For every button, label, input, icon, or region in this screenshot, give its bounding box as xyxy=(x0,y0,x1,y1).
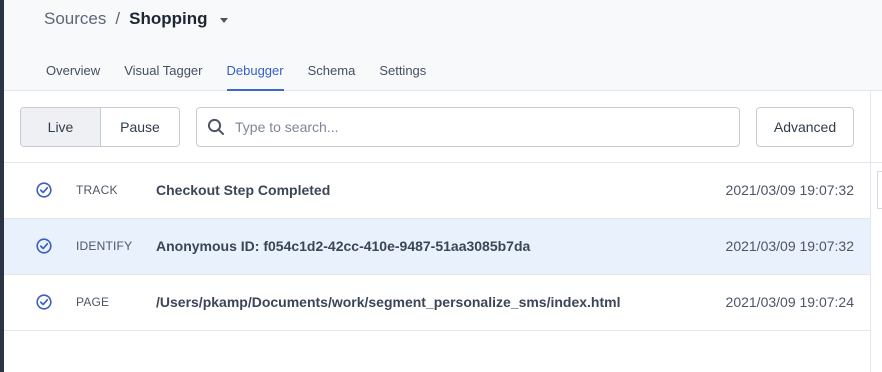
event-timestamp: 2021/03/09 19:07:32 xyxy=(725,238,854,254)
event-row-selected[interactable]: IDENTIFY Anonymous ID: f054c1d2-42cc-410… xyxy=(4,219,870,275)
search-input[interactable] xyxy=(235,108,725,146)
check-circle-icon xyxy=(36,238,52,254)
right-panel-edge xyxy=(870,91,882,372)
tab-overview[interactable]: Overview xyxy=(46,62,100,91)
event-description: /Users/pkamp/Documents/work/segment_pers… xyxy=(156,294,621,310)
search-box xyxy=(196,107,740,147)
breadcrumb-separator: / xyxy=(115,9,121,28)
breadcrumb-current-source: Shopping xyxy=(129,9,208,28)
event-row[interactable]: PAGE /Users/pkamp/Documents/work/segment… xyxy=(4,275,870,331)
caret-down-icon[interactable] xyxy=(220,17,229,23)
tab-visual-tagger[interactable]: Visual Tagger xyxy=(124,62,202,91)
check-circle-icon xyxy=(36,294,52,310)
debugger-toolbar: Live Pause Advanced xyxy=(4,91,870,163)
event-timestamp: 2021/03/09 19:07:24 xyxy=(725,294,854,310)
right-panel-divider xyxy=(870,162,882,163)
source-tabs: Overview Visual Tagger Debugger Schema S… xyxy=(46,62,450,91)
check-circle-icon xyxy=(36,182,52,198)
event-list: TRACK Checkout Step Completed 2021/03/09… xyxy=(4,163,870,331)
event-description: Anonymous ID: f054c1d2-42cc-410e-9487-51… xyxy=(156,238,531,254)
event-type: TRACK xyxy=(76,183,118,197)
event-type: PAGE xyxy=(76,295,110,309)
breadcrumb: Sources / Shopping xyxy=(44,9,229,29)
advanced-button[interactable]: Advanced xyxy=(756,107,854,147)
search-icon xyxy=(207,118,224,135)
event-row[interactable]: TRACK Checkout Step Completed 2021/03/09… xyxy=(4,163,870,219)
pause-button[interactable]: Pause xyxy=(101,108,179,146)
live-pause-toggle: Live Pause xyxy=(20,107,180,147)
event-type: IDENTIFY xyxy=(76,239,133,253)
page-header: Sources / Shopping Overview Visual Tagge… xyxy=(4,0,882,91)
tab-settings[interactable]: Settings xyxy=(379,62,426,91)
tab-schema[interactable]: Schema xyxy=(308,62,356,91)
tab-debugger[interactable]: Debugger xyxy=(226,62,284,91)
event-timestamp: 2021/03/09 19:07:32 xyxy=(725,182,854,198)
live-button[interactable]: Live xyxy=(21,108,101,146)
breadcrumb-sources-link[interactable]: Sources xyxy=(44,9,106,29)
debugger-page: Sources / Shopping Overview Visual Tagge… xyxy=(0,0,882,372)
event-description: Checkout Step Completed xyxy=(156,182,331,198)
right-panel-handle[interactable] xyxy=(877,171,882,209)
